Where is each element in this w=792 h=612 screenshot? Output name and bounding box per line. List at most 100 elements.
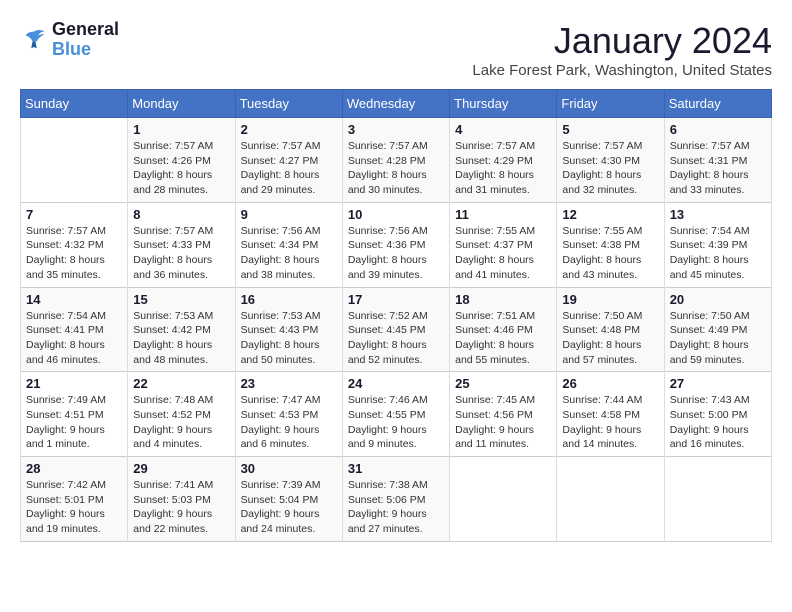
day-number: 2 bbox=[241, 122, 337, 137]
calendar-cell: 18 Sunrise: 7:51 AMSunset: 4:46 PMDayligh… bbox=[450, 287, 557, 372]
day-number: 17 bbox=[348, 292, 444, 307]
day-number: 4 bbox=[455, 122, 551, 137]
calendar-cell bbox=[664, 457, 771, 542]
calendar-cell: 28 Sunrise: 7:42 AMSunset: 5:01 PMDayligh… bbox=[21, 457, 128, 542]
calendar-cell: 27Sunrise: 7:43 AMSunset: 5:00 PMDayligh… bbox=[664, 372, 771, 457]
month-title: January 2024 bbox=[472, 20, 772, 62]
day-content: Sunrise: 7:57 AMSunset: 4:32 PMDaylight:… bbox=[26, 224, 122, 283]
day-number: 22 bbox=[133, 376, 229, 391]
day-number: 25 bbox=[455, 376, 551, 391]
day-number: 18 bbox=[455, 292, 551, 307]
day-number: 29 bbox=[133, 461, 229, 476]
day-content: Sunrise: 7:46 AMSunset: 4:55 PMDaylight:… bbox=[348, 393, 444, 452]
weekday-header: Friday bbox=[557, 90, 664, 118]
day-content: Sunrise: 7:57 AMSunset: 4:27 PMDaylight:… bbox=[241, 139, 337, 198]
calendar-cell: 30 Sunrise: 7:39 AMSunset: 5:04 PMDayligh… bbox=[235, 457, 342, 542]
day-content: Sunrise: 7:54 AMSunset: 4:41 PMDaylight:… bbox=[26, 309, 122, 368]
day-content: Sunrise: 7:45 AMSunset: 4:56 PMDaylight:… bbox=[455, 393, 551, 452]
day-content: Sunrise: 7:55 AMSunset: 4:38 PMDaylight:… bbox=[562, 224, 658, 283]
calendar-cell: 24 Sunrise: 7:46 AMSunset: 4:55 PMDayligh… bbox=[342, 372, 449, 457]
calendar-cell: 14 Sunrise: 7:54 AMSunset: 4:41 PMDayligh… bbox=[21, 287, 128, 372]
calendar-cell: 8 Sunrise: 7:57 AMSunset: 4:33 PMDaylight… bbox=[128, 202, 235, 287]
weekday-header: Monday bbox=[128, 90, 235, 118]
day-number: 30 bbox=[241, 461, 337, 476]
logo: GeneralBlue bbox=[20, 20, 119, 60]
logo-icon bbox=[20, 26, 48, 54]
calendar-cell bbox=[21, 118, 128, 203]
day-content: Sunrise: 7:57 AMSunset: 4:29 PMDaylight:… bbox=[455, 139, 551, 198]
day-number: 9 bbox=[241, 207, 337, 222]
weekday-header: Sunday bbox=[21, 90, 128, 118]
day-number: 3 bbox=[348, 122, 444, 137]
weekday-header: Tuesday bbox=[235, 90, 342, 118]
day-number: 28 bbox=[26, 461, 122, 476]
day-content: Sunrise: 7:53 AMSunset: 4:42 PMDaylight:… bbox=[133, 309, 229, 368]
day-content: Sunrise: 7:53 AMSunset: 4:43 PMDaylight:… bbox=[241, 309, 337, 368]
calendar-week-row: 14 Sunrise: 7:54 AMSunset: 4:41 PMDayligh… bbox=[21, 287, 772, 372]
calendar-week-row: 7 Sunrise: 7:57 AMSunset: 4:32 PMDaylight… bbox=[21, 202, 772, 287]
calendar-cell: 9Sunrise: 7:56 AMSunset: 4:34 PMDaylight… bbox=[235, 202, 342, 287]
calendar-cell: 13Sunrise: 7:54 AMSunset: 4:39 PMDayligh… bbox=[664, 202, 771, 287]
day-number: 19 bbox=[562, 292, 658, 307]
day-content: Sunrise: 7:57 AMSunset: 4:31 PMDaylight:… bbox=[670, 139, 766, 198]
day-number: 21 bbox=[26, 376, 122, 391]
calendar-cell: 21 Sunrise: 7:49 AMSunset: 4:51 PMDayligh… bbox=[21, 372, 128, 457]
calendar-cell: 7 Sunrise: 7:57 AMSunset: 4:32 PMDaylight… bbox=[21, 202, 128, 287]
day-number: 20 bbox=[670, 292, 766, 307]
day-number: 26 bbox=[562, 376, 658, 391]
calendar-table: SundayMondayTuesdayWednesdayThursdayFrid… bbox=[20, 89, 772, 542]
calendar-cell: 4 Sunrise: 7:57 AMSunset: 4:29 PMDaylight… bbox=[450, 118, 557, 203]
day-content: Sunrise: 7:41 AMSunset: 5:03 PMDaylight:… bbox=[133, 478, 229, 537]
day-number: 14 bbox=[26, 292, 122, 307]
calendar-cell: 5 Sunrise: 7:57 AMSunset: 4:30 PMDaylight… bbox=[557, 118, 664, 203]
day-content: Sunrise: 7:44 AMSunset: 4:58 PMDaylight:… bbox=[562, 393, 658, 452]
logo-text: GeneralBlue bbox=[52, 20, 119, 60]
calendar-cell bbox=[450, 457, 557, 542]
calendar-cell: 26 Sunrise: 7:44 AMSunset: 4:58 PMDayligh… bbox=[557, 372, 664, 457]
calendar-cell: 15 Sunrise: 7:53 AMSunset: 4:42 PMDayligh… bbox=[128, 287, 235, 372]
calendar-cell: 12 Sunrise: 7:55 AMSunset: 4:38 PMDayligh… bbox=[557, 202, 664, 287]
calendar-cell: 20Sunrise: 7:50 AMSunset: 4:49 PMDayligh… bbox=[664, 287, 771, 372]
day-number: 11 bbox=[455, 207, 551, 222]
day-number: 8 bbox=[133, 207, 229, 222]
calendar-cell: 22 Sunrise: 7:48 AMSunset: 4:52 PMDayligh… bbox=[128, 372, 235, 457]
calendar-cell: 6 Sunrise: 7:57 AMSunset: 4:31 PMDaylight… bbox=[664, 118, 771, 203]
day-content: Sunrise: 7:38 AMSunset: 5:06 PMDaylight:… bbox=[348, 478, 444, 537]
calendar-cell: 17Sunrise: 7:52 AMSunset: 4:45 PMDayligh… bbox=[342, 287, 449, 372]
day-number: 6 bbox=[670, 122, 766, 137]
day-content: Sunrise: 7:49 AMSunset: 4:51 PMDaylight:… bbox=[26, 393, 122, 452]
title-section: January 2024 Lake Forest Park, Washingto… bbox=[472, 20, 772, 79]
day-content: Sunrise: 7:48 AMSunset: 4:52 PMDaylight:… bbox=[133, 393, 229, 452]
day-content: Sunrise: 7:57 AMSunset: 4:30 PMDaylight:… bbox=[562, 139, 658, 198]
calendar-cell: 1Sunrise: 7:57 AMSunset: 4:26 PMDaylight… bbox=[128, 118, 235, 203]
day-number: 12 bbox=[562, 207, 658, 222]
weekday-header: Thursday bbox=[450, 90, 557, 118]
calendar-cell: 25 Sunrise: 7:45 AMSunset: 4:56 PMDayligh… bbox=[450, 372, 557, 457]
day-content: Sunrise: 7:50 AMSunset: 4:48 PMDaylight:… bbox=[562, 309, 658, 368]
day-number: 1 bbox=[133, 122, 229, 137]
weekday-header: Wednesday bbox=[342, 90, 449, 118]
day-number: 7 bbox=[26, 207, 122, 222]
page-header: GeneralBlue January 2024 Lake Forest Par… bbox=[20, 20, 772, 79]
day-content: Sunrise: 7:57 AMSunset: 4:28 PMDaylight:… bbox=[348, 139, 444, 198]
day-content: Sunrise: 7:39 AMSunset: 5:04 PMDaylight:… bbox=[241, 478, 337, 537]
day-number: 24 bbox=[348, 376, 444, 391]
calendar-week-row: 28 Sunrise: 7:42 AMSunset: 5:01 PMDayligh… bbox=[21, 457, 772, 542]
calendar-week-row: 21 Sunrise: 7:49 AMSunset: 4:51 PMDayligh… bbox=[21, 372, 772, 457]
day-content: Sunrise: 7:56 AMSunset: 4:36 PMDaylight:… bbox=[348, 224, 444, 283]
day-number: 5 bbox=[562, 122, 658, 137]
day-content: Sunrise: 7:47 AMSunset: 4:53 PMDaylight:… bbox=[241, 393, 337, 452]
day-number: 31 bbox=[348, 461, 444, 476]
day-number: 15 bbox=[133, 292, 229, 307]
calendar-week-row: 1Sunrise: 7:57 AMSunset: 4:26 PMDaylight… bbox=[21, 118, 772, 203]
weekday-header: Saturday bbox=[664, 90, 771, 118]
calendar-cell: 31 Sunrise: 7:38 AMSunset: 5:06 PMDayligh… bbox=[342, 457, 449, 542]
calendar-cell: 19 Sunrise: 7:50 AMSunset: 4:48 PMDayligh… bbox=[557, 287, 664, 372]
calendar-cell: 29 Sunrise: 7:41 AMSunset: 5:03 PMDayligh… bbox=[128, 457, 235, 542]
day-number: 16 bbox=[241, 292, 337, 307]
day-content: Sunrise: 7:42 AMSunset: 5:01 PMDaylight:… bbox=[26, 478, 122, 537]
calendar-cell: 16 Sunrise: 7:53 AMSunset: 4:43 PMDayligh… bbox=[235, 287, 342, 372]
day-content: Sunrise: 7:57 AMSunset: 4:33 PMDaylight:… bbox=[133, 224, 229, 283]
day-content: Sunrise: 7:51 AMSunset: 4:46 PMDaylight:… bbox=[455, 309, 551, 368]
day-number: 13 bbox=[670, 207, 766, 222]
